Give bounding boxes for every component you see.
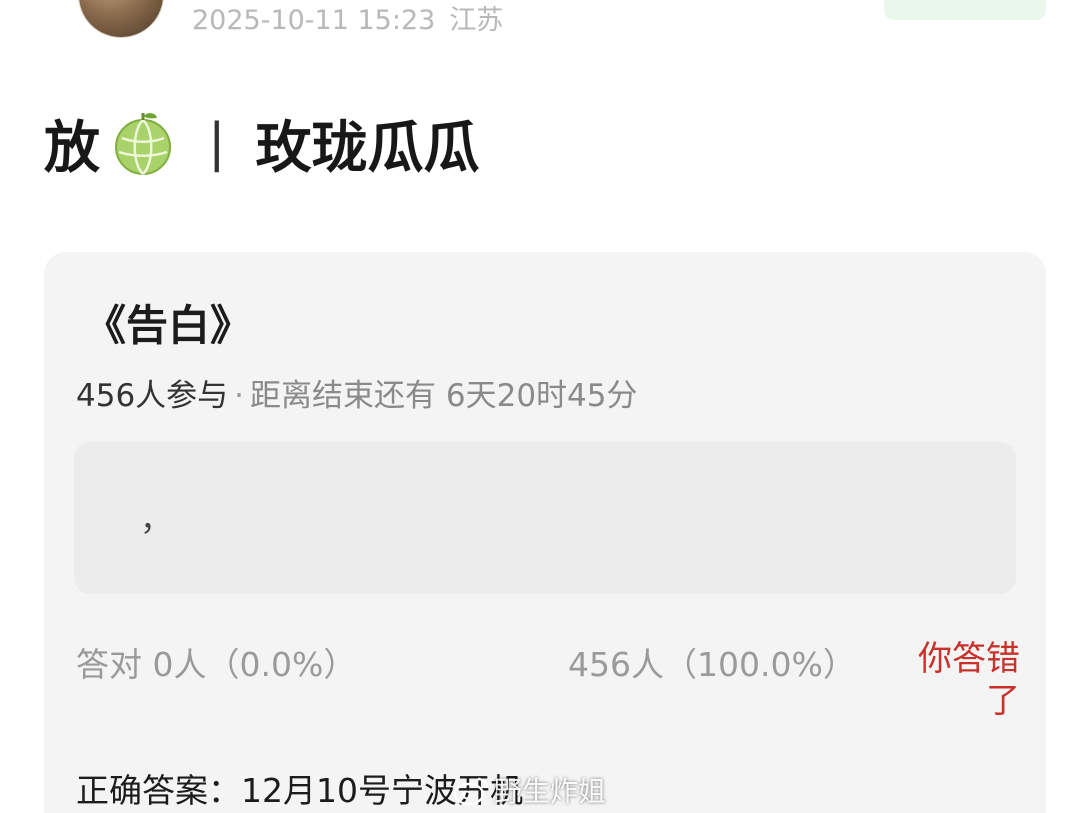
correct-stat: 答对 0人（0.0%） [76, 645, 357, 684]
follow-button[interactable] [884, 0, 1046, 20]
quiz-stats: 456人参与 · 距离结束还有 6天20时45分 [76, 370, 638, 415]
quiz-title: 《告白》 [84, 301, 253, 350]
quiz-card: 《告白》 456人参与 · 距离结束还有 6天20时45分 ， 答对 0人（0.0%… [44, 252, 1046, 813]
post-meta: 2025-10-11 15:23 江苏 [192, 0, 503, 37]
stats-separator: · [234, 378, 245, 414]
post-timestamp: 2025-10-11 15:23 [192, 5, 436, 36]
post-title-prefix: 放 [44, 115, 100, 181]
answer-option-text: ， [140, 500, 173, 538]
title-separator: | [208, 113, 226, 173]
melon-icon [110, 110, 176, 176]
watermark: 野生炸姐 [452, 770, 606, 810]
wrong-answer-tag: 你答错了 [918, 639, 1020, 721]
participant-count: 456人参与 [76, 378, 229, 414]
wrong-stat: 456人（100.0%） [568, 645, 856, 684]
weibo-icon [453, 777, 489, 806]
post-title-main: 玫珑瓜瓜 [255, 115, 480, 181]
watermark-text: 野生炸姐 [494, 775, 607, 808]
countdown-text: 距离结束还有 6天20时45分 [250, 378, 638, 414]
avatar[interactable] [78, 0, 164, 38]
answer-option[interactable]: ， [74, 442, 1016, 594]
post-location: 江苏 [449, 5, 504, 36]
post-title: 放 | 玫珑瓜瓜 [44, 100, 480, 186]
